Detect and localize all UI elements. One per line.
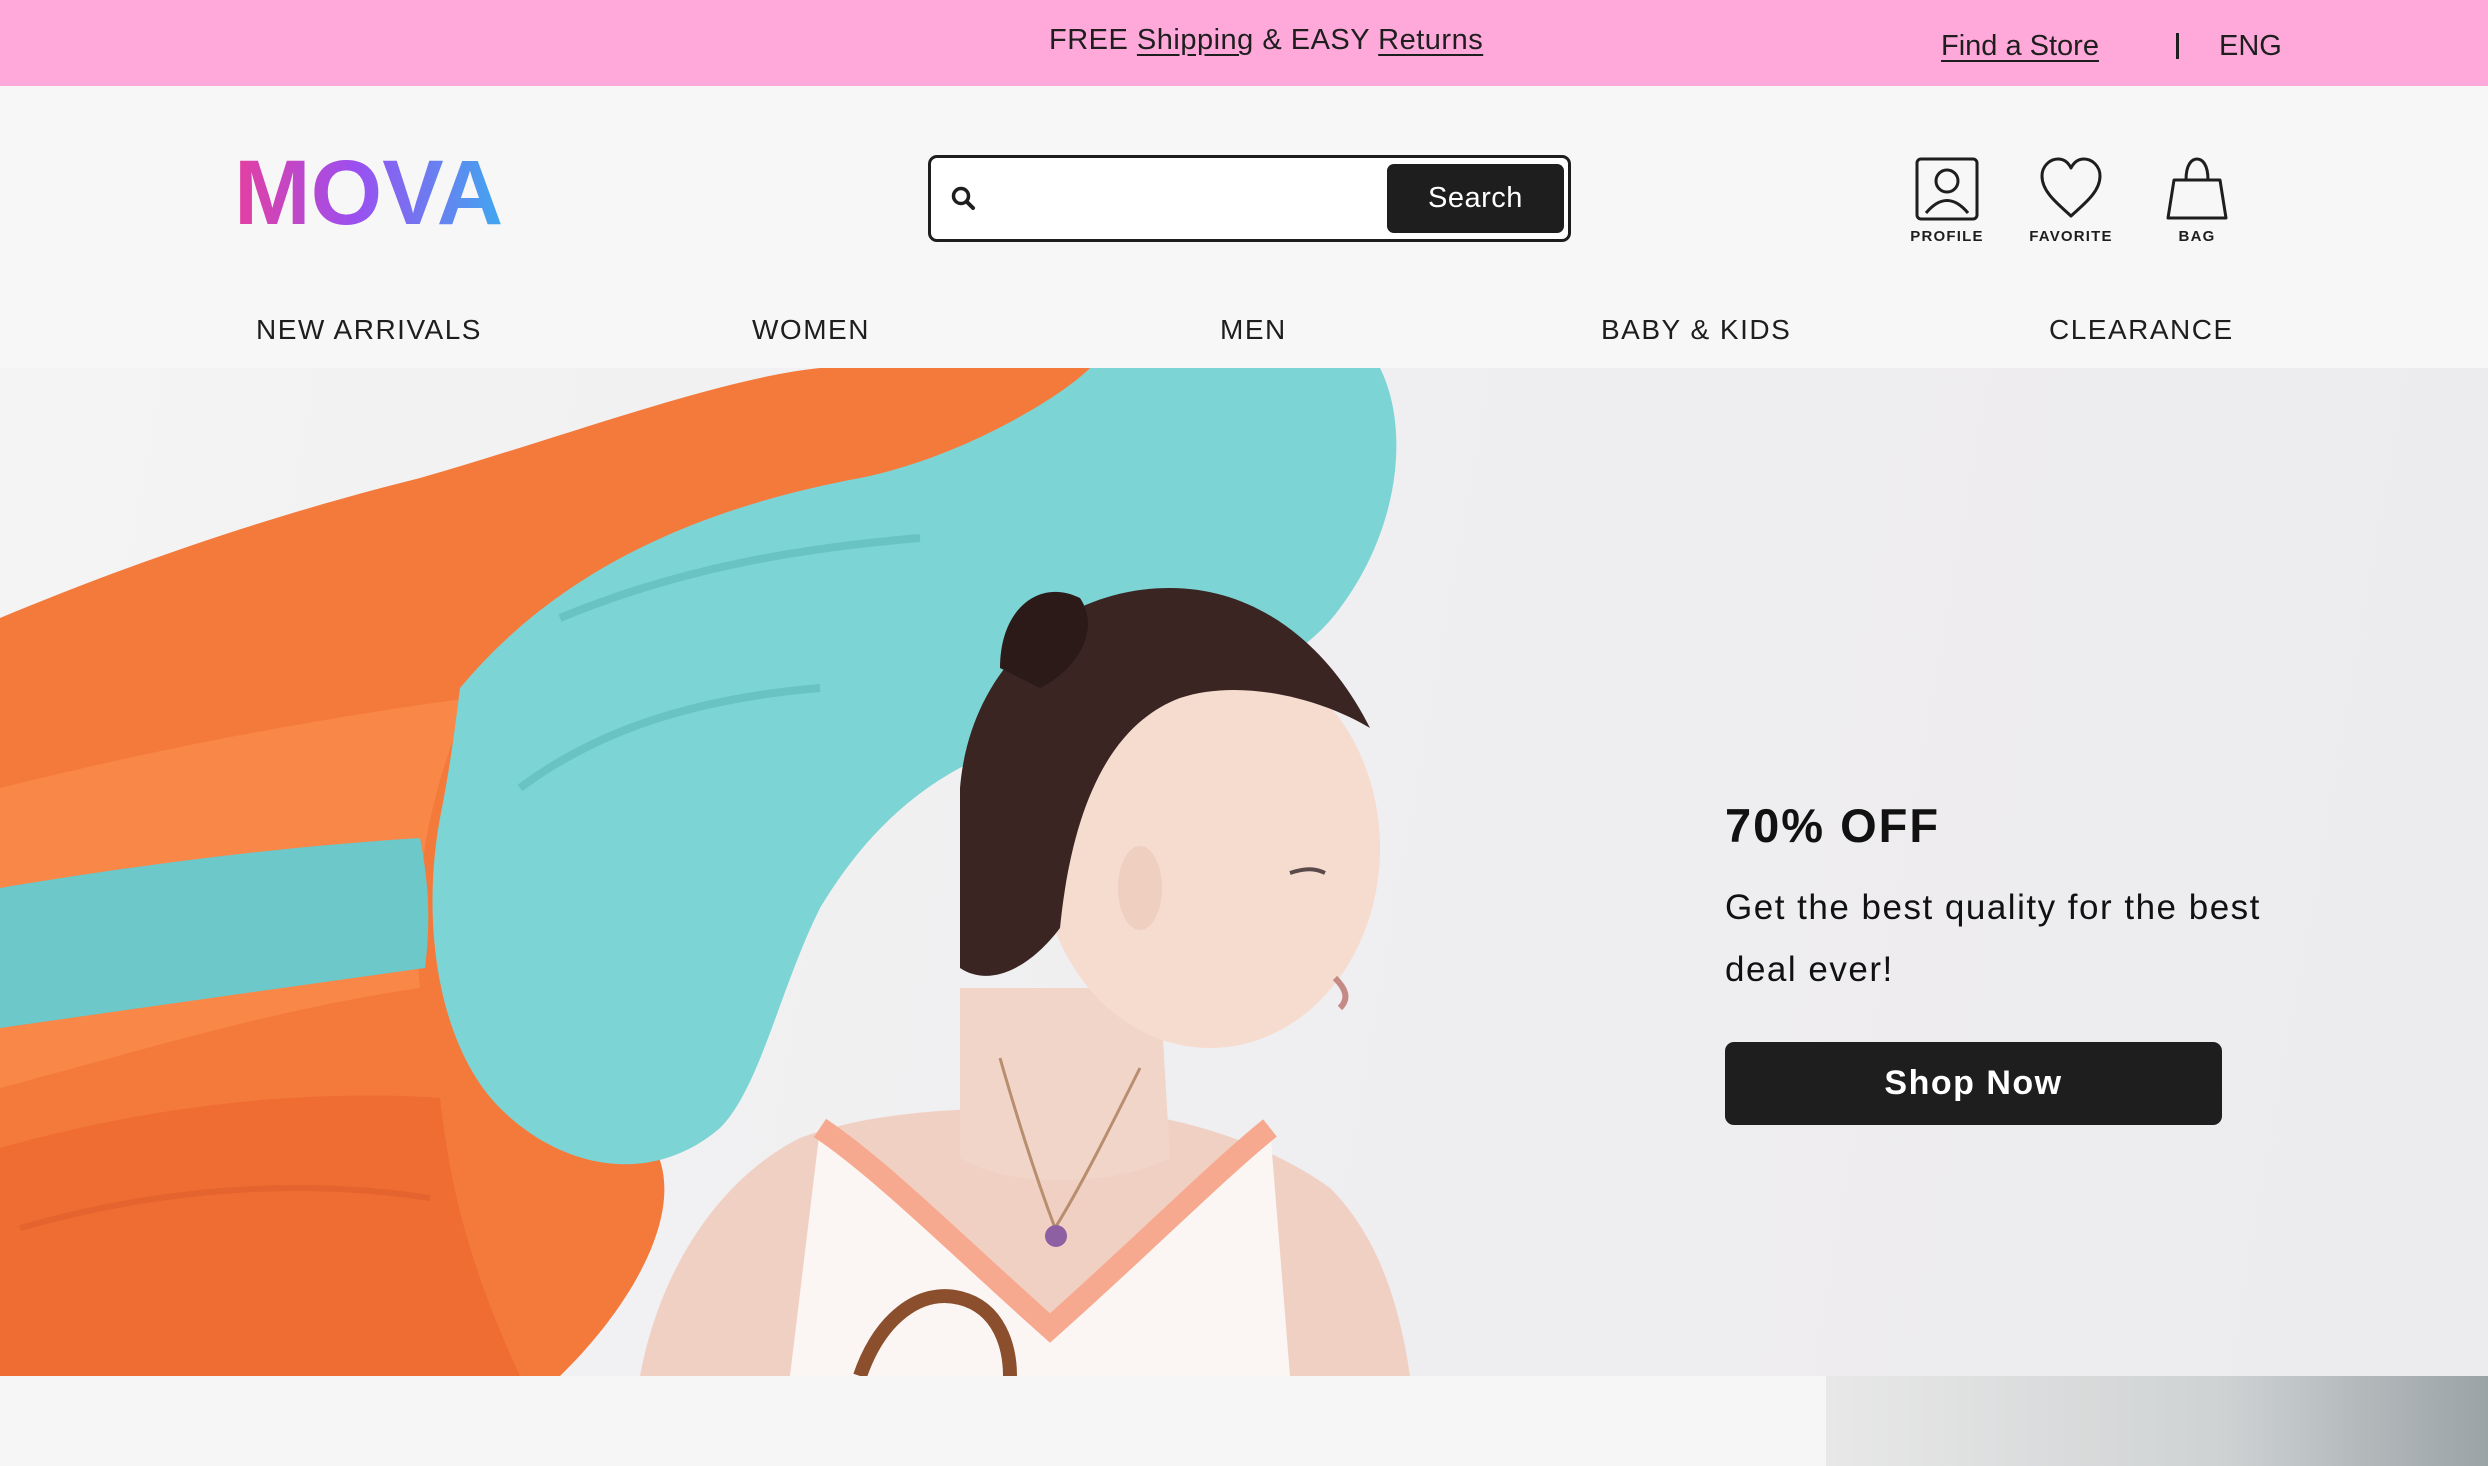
nav-item-new-arrivals[interactable]: NEW ARRIVALS	[256, 314, 482, 346]
nav-item-men[interactable]: MEN	[1220, 314, 1287, 346]
hero-copy: 70% OFF Get the best quality for the bes…	[1725, 798, 2285, 1125]
next-section-image	[1826, 1376, 2488, 1466]
shopping-bag-icon	[2166, 157, 2228, 220]
model-with-fabric-image	[0, 368, 1410, 1376]
main-nav: NEW ARRIVALS WOMEN MEN BABY & KIDS CLEAR…	[0, 314, 2488, 368]
find-store-link[interactable]: Find a Store	[1941, 30, 2099, 63]
profile-label: PROFILE	[1910, 228, 1984, 245]
hero-title: 70% OFF	[1725, 799, 1941, 852]
profile-button[interactable]: PROFILE	[1892, 156, 2002, 245]
logo-text: MOVA	[234, 152, 503, 234]
hero-banner: 70% OFF Get the best quality for the bes…	[0, 368, 2488, 1376]
heart-icon	[2040, 157, 2102, 218]
logo[interactable]: MOVA	[234, 142, 554, 244]
search-bar: Search	[928, 155, 1571, 242]
search-input[interactable]	[991, 168, 1371, 228]
returns-link[interactable]: Returns	[1378, 24, 1483, 56]
promo-easy-text: & EASY	[1253, 24, 1379, 56]
search-icon	[951, 186, 975, 210]
user-icon	[1915, 157, 1979, 221]
nav-item-women[interactable]: WOMEN	[752, 314, 870, 346]
hero-subtitle: Get the best quality for the best deal e…	[1725, 888, 2261, 989]
promo-message: FREE Shipping & EASY Returns	[1049, 24, 1483, 57]
divider	[2176, 33, 2179, 59]
favorite-label: FAVORITE	[2029, 228, 2113, 245]
language-selector[interactable]: ENG	[2219, 30, 2282, 63]
nav-item-clearance[interactable]: CLEARANCE	[2049, 314, 2234, 346]
promo-bar: FREE Shipping & EASY Returns Find a Stor…	[0, 0, 2488, 86]
shipping-link[interactable]: Shipping	[1137, 24, 1254, 56]
promo-free-text: FREE	[1049, 24, 1137, 56]
search-button[interactable]: Search	[1387, 164, 1564, 233]
next-section	[0, 1376, 2488, 1466]
bag-label: BAG	[2178, 228, 2216, 245]
favorite-button[interactable]: FAVORITE	[2016, 156, 2126, 245]
shop-now-button[interactable]: Shop Now	[1725, 1042, 2222, 1125]
nav-item-baby-kids[interactable]: BABY & KIDS	[1601, 314, 1791, 346]
bag-button[interactable]: BAG	[2142, 156, 2252, 245]
site-header: MOVA Search PROFILE FAVORITE BAG NEW ARR…	[0, 86, 2488, 368]
